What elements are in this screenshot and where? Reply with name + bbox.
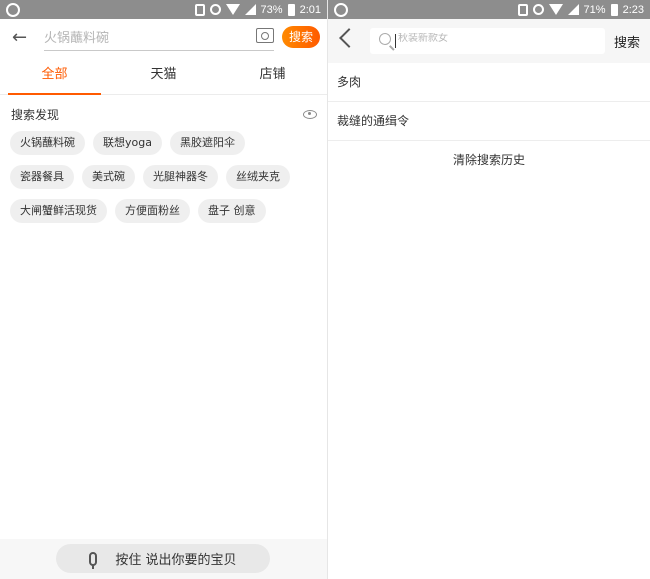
text-cursor (395, 34, 396, 48)
tab-all[interactable]: 全部 (0, 57, 109, 95)
clock-time: 2:01 (299, 3, 321, 16)
alarm-icon (532, 4, 544, 15)
camera-icon[interactable] (256, 28, 274, 43)
clock-time: 2:23 (622, 3, 644, 16)
eye-icon[interactable] (303, 109, 317, 119)
status-icons: 73% 2:01 (194, 3, 321, 16)
signal-icon (567, 4, 579, 15)
search-chip[interactable]: 瓷器餐具 (10, 165, 74, 189)
app-icon (6, 2, 20, 17)
search-field (44, 27, 274, 51)
history-item[interactable]: 裁缝的通缉令 (328, 102, 650, 141)
back-arrow-icon[interactable]: ← (12, 28, 32, 48)
wifi-icon (225, 4, 240, 15)
voice-search-button[interactable]: 按住 说出你要的宝贝 (56, 544, 270, 573)
signal-icon (244, 4, 256, 15)
discover-title: 搜索发现 (11, 107, 60, 122)
tab-tmall[interactable]: 天猫 (109, 57, 218, 94)
discover-header: 搜索发现 (11, 104, 317, 124)
search-header: ← 搜索 (0, 19, 327, 57)
left-screen: 73% 2:01 ← 搜索 全部 天猫 店铺 搜索发现 火锅蘸料碗 联想yoga (0, 0, 327, 579)
search-chip[interactable]: 火锅蘸料碗 (10, 131, 85, 155)
history-item[interactable]: 多肉 (328, 63, 650, 102)
battery-icon (610, 3, 618, 16)
search-chip[interactable]: 黑胶遮阳伞 (169, 131, 245, 155)
search-button[interactable]: 搜索 (282, 26, 320, 48)
status-icons: 71% 2:23 (517, 3, 644, 16)
status-bar: 71% 2:23 (328, 0, 650, 19)
search-icon (379, 33, 391, 45)
status-bar: 73% 2:01 (0, 0, 327, 19)
app-icon (334, 2, 348, 17)
battery-icon (287, 3, 295, 16)
wifi-icon (548, 4, 563, 15)
search-header: 搜索 (328, 19, 650, 63)
tab-store[interactable]: 店铺 (218, 57, 327, 94)
search-input[interactable] (44, 28, 244, 46)
battery-percent: 73% (260, 3, 283, 16)
microphone-icon (89, 551, 98, 569)
search-chip[interactable]: 光腿神器冬 (143, 165, 218, 189)
back-chevron-icon[interactable] (339, 28, 359, 48)
search-chip[interactable]: 联想yoga (93, 131, 162, 155)
search-history: 多肉 裁缝的通缉令 清除搜索历史 (328, 63, 650, 180)
search-button[interactable]: 搜索 (614, 32, 640, 51)
alarm-icon (209, 4, 221, 15)
clear-history-button[interactable]: 清除搜索历史 (328, 141, 650, 180)
result-tabs: 全部 天猫 店铺 (0, 57, 327, 95)
search-chip[interactable]: 盘子 创意 (198, 199, 266, 223)
search-chip[interactable]: 方便面粉丝 (115, 199, 190, 223)
comparison-root: 73% 2:01 ← 搜索 全部 天猫 店铺 搜索发现 火锅蘸料碗 联想yoga (0, 0, 650, 579)
voice-bar: 按住 说出你要的宝贝 (0, 539, 327, 579)
vibrate-icon (194, 3, 205, 16)
search-input[interactable] (398, 33, 588, 44)
search-chip[interactable]: 大闸蟹鲜活现货 (10, 199, 107, 223)
battery-percent: 71% (583, 3, 606, 16)
discover-chips: 火锅蘸料碗 联想yoga 黑胶遮阳伞 瓷器餐具 美式碗 光腿神器冬 丝绒夹克 大… (10, 131, 315, 223)
right-screen: 71% 2:23 搜索 多肉 裁缝的通缉令 清除搜索历史 (327, 0, 650, 579)
search-field (370, 28, 605, 54)
voice-label: 按住 说出你要的宝贝 (115, 553, 237, 568)
search-chip[interactable]: 丝绒夹克 (226, 165, 290, 189)
vibrate-icon (517, 3, 528, 16)
search-chip[interactable]: 美式碗 (82, 165, 135, 189)
